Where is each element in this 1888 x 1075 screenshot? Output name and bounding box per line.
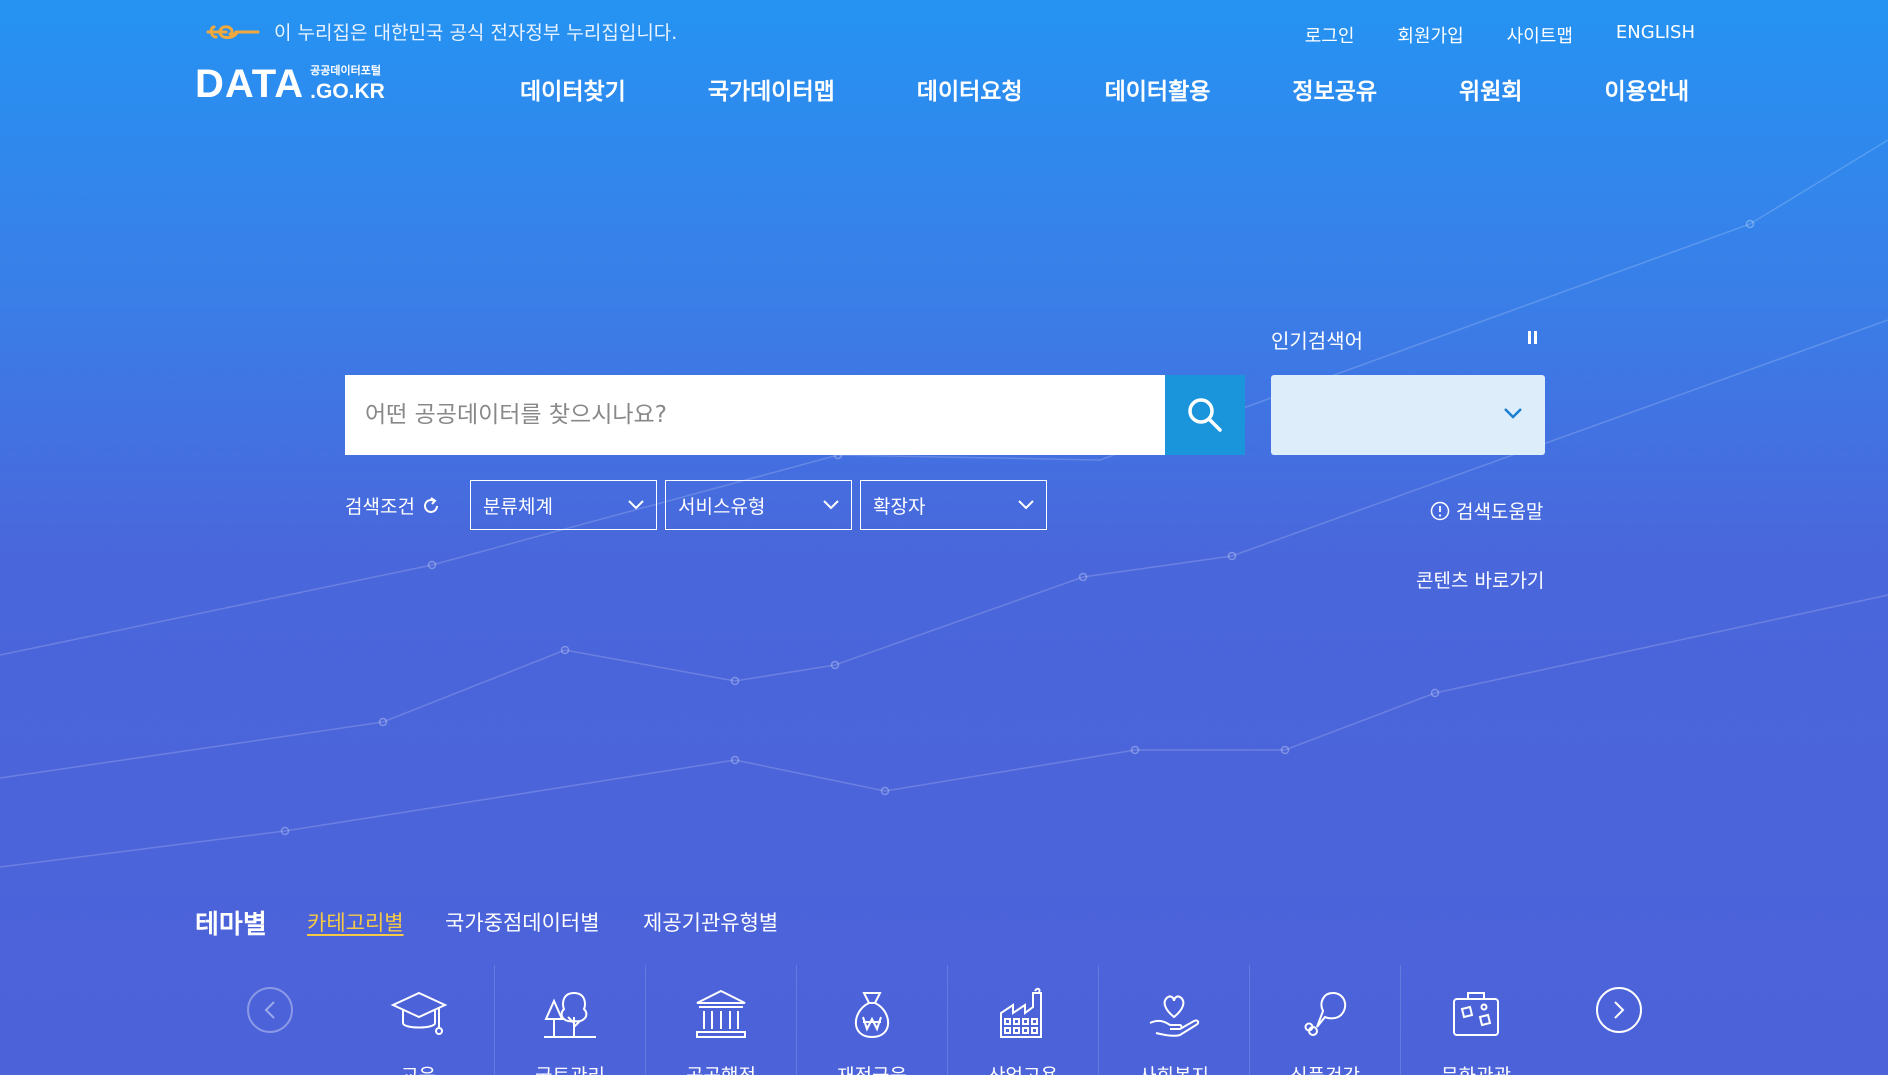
main-nav: 데이터찾기 국가데이터맵 데이터요청 데이터활용 정보공유 위원회 이용안내 [520, 72, 1689, 106]
search-box [345, 375, 1245, 455]
search-button[interactable] [1165, 375, 1245, 455]
category-list: 교육 국토관리 공공행정 재정금융 [343, 965, 1551, 1075]
search-input[interactable] [345, 375, 1165, 455]
search-help-label: 검색도움말 [1456, 501, 1544, 523]
classification-dropdown-label: 분류체계 [483, 495, 553, 518]
category-label: 식품건강 [1290, 1061, 1360, 1075]
gov-banner-text: 이 누리집은 대한민국 공식 전자정부 누리집입니다. [274, 22, 678, 44]
login-link[interactable]: 로그인 [1305, 22, 1355, 48]
chevron-down-icon [823, 500, 839, 510]
search-conditions-label: 검색조건 [345, 496, 415, 518]
popular-keywords-title: 인기검색어 [1271, 329, 1363, 353]
service-type-dropdown-label: 서비스유형 [678, 495, 766, 518]
nav-data-usage[interactable]: 데이터활용 [1105, 72, 1211, 106]
chevron-down-icon [1504, 408, 1522, 419]
factory-icon [1000, 987, 1042, 1038]
egov-logo-icon [206, 24, 260, 39]
content-shortcut-link[interactable]: 콘텐츠 바로가기 [1416, 566, 1544, 593]
chevron-left-icon [264, 1001, 275, 1019]
nav-info-share[interactable]: 정보공유 [1292, 72, 1377, 106]
tab-national-key-data[interactable]: 국가중점데이터별 [445, 907, 600, 937]
nav-data-find[interactable]: 데이터찾기 [520, 72, 626, 106]
category-label: 공공행정 [686, 1061, 756, 1075]
category-food-health[interactable]: 식품건강 [1249, 965, 1400, 1075]
search-help-link[interactable]: 검색도움말 [1430, 497, 1543, 524]
carousel-next-button[interactable] [1596, 987, 1642, 1033]
category-welfare[interactable]: 사회복지 [1098, 965, 1249, 1075]
utility-links: 로그인 회원가입 사이트맵 ENGLISH [1305, 22, 1695, 48]
english-link[interactable]: ENGLISH [1616, 22, 1695, 48]
extension-dropdown-label: 확장자 [873, 495, 926, 518]
category-label: 교육 [401, 1061, 436, 1075]
extension-dropdown[interactable]: 확장자 [860, 480, 1047, 530]
search-conditions: 검색조건 [345, 492, 441, 519]
category-public-admin[interactable]: 공공행정 [645, 965, 796, 1075]
pause-icon[interactable] [1528, 331, 1537, 344]
nav-national-data-map[interactable]: 국가데이터맵 [708, 72, 835, 106]
chevron-down-icon [1018, 500, 1034, 510]
logo-sub-small: 공공데이터포털 [310, 65, 381, 77]
sitemap-link[interactable]: 사이트맵 [1507, 22, 1573, 48]
chicken-leg-icon [1304, 992, 1347, 1036]
service-type-dropdown[interactable]: 서비스유형 [665, 480, 852, 530]
search-icon [1188, 398, 1222, 432]
category-education[interactable]: 교육 [343, 965, 494, 1075]
tab-category[interactable]: 카테고리별 [307, 907, 404, 937]
logo-main-text: DATA [195, 62, 305, 106]
carousel-prev-button[interactable] [247, 987, 293, 1033]
category-label: 산업고용 [988, 1061, 1058, 1075]
nav-guide[interactable]: 이용안내 [1605, 72, 1690, 106]
government-building-icon [696, 989, 746, 1038]
background-chart-lines [0, 139, 1888, 868]
category-label: 국토관리 [535, 1061, 605, 1075]
money-bag-icon [855, 992, 889, 1039]
trees-icon [544, 991, 596, 1038]
signup-link[interactable]: 회원가입 [1397, 22, 1463, 48]
category-label: 문화관광 [1441, 1061, 1511, 1075]
category-finance[interactable]: 재정금융 [796, 965, 947, 1075]
nav-committee[interactable]: 위원회 [1459, 72, 1522, 106]
chevron-down-icon [628, 500, 644, 510]
reset-icon[interactable] [421, 496, 441, 516]
nav-data-request[interactable]: 데이터요청 [917, 72, 1023, 106]
category-industry[interactable]: 산업고용 [947, 965, 1098, 1075]
popular-keywords-dropdown[interactable] [1271, 375, 1545, 455]
category-label: 사회복지 [1139, 1061, 1209, 1075]
classification-dropdown[interactable]: 분류체계 [470, 480, 657, 530]
heart-hand-icon [1149, 995, 1200, 1037]
site-logo[interactable]: DATA 공공데이터포털 .GO.KR [195, 64, 385, 104]
category-land[interactable]: 국토관리 [494, 965, 645, 1075]
tab-provider-type[interactable]: 제공기관유형별 [643, 907, 778, 937]
graduation-cap-icon [390, 991, 447, 1035]
logo-sub-big: .GO.KR [310, 80, 385, 103]
suitcase-icon [1453, 992, 1499, 1036]
category-culture-tourism[interactable]: 문화관광 [1400, 965, 1551, 1075]
category-label: 재정금융 [837, 1061, 907, 1075]
theme-title: 테마별 [195, 910, 267, 940]
info-icon [1430, 501, 1450, 520]
chevron-right-icon [1614, 1001, 1625, 1019]
gov-banner: 이 누리집은 대한민국 공식 전자정부 누리집입니다. [206, 18, 677, 45]
